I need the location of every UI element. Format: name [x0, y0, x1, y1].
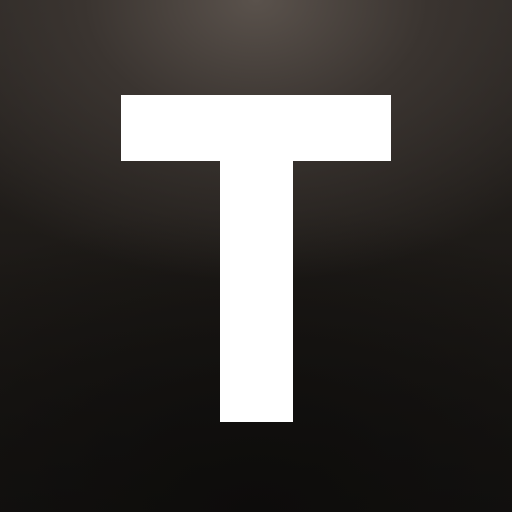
letter-t-stem — [220, 95, 293, 422]
monogram-letter: T — [0, 0, 1, 1]
app-icon-tile: T — [0, 0, 512, 512]
t-letter-icon: T — [0, 0, 512, 512]
